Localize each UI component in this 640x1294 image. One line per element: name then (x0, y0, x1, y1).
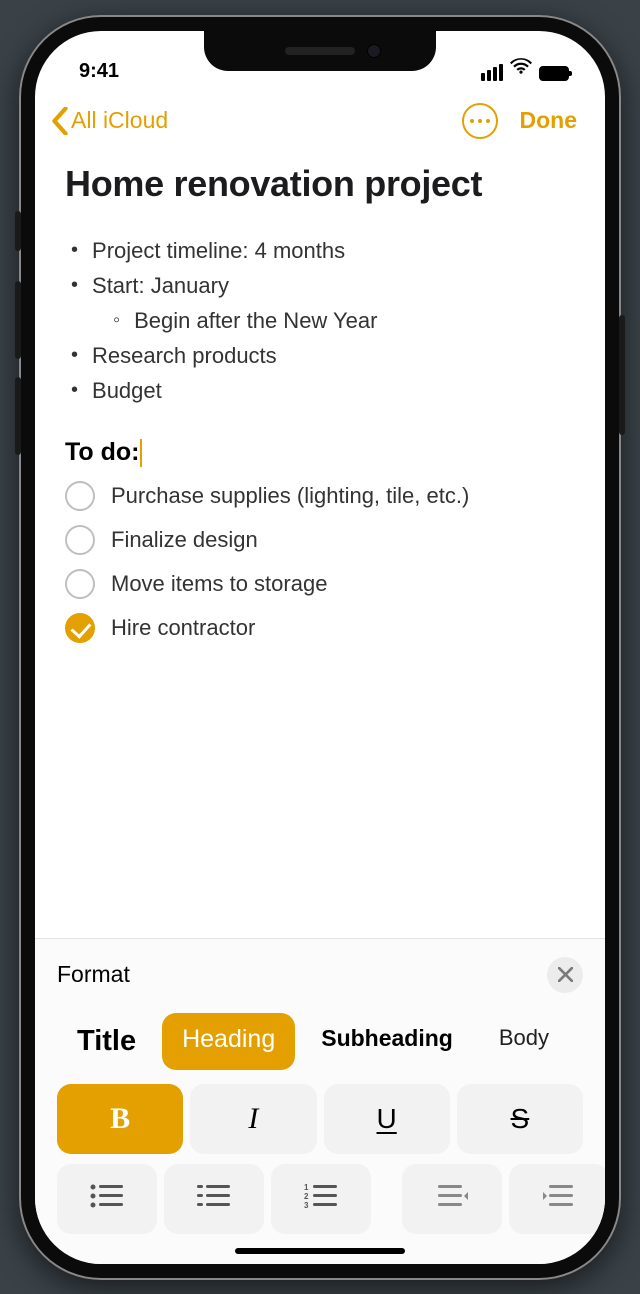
cellular-signal-icon (481, 64, 503, 81)
style-body-button[interactable]: Body (479, 1013, 569, 1070)
chevron-left-icon (51, 107, 69, 135)
list-item[interactable]: ◦Begin after the New Year (71, 303, 575, 338)
underline-button[interactable]: U (324, 1084, 450, 1154)
phone-frame: 9:41 All iCloud (19, 15, 621, 1280)
indent-button[interactable] (509, 1164, 605, 1234)
notch (204, 31, 436, 71)
list-format-row: 123 (35, 1164, 605, 1234)
style-heading-button[interactable]: Heading (162, 1013, 295, 1070)
checklist-item[interactable]: Move items to storage (65, 569, 575, 599)
list-item[interactable]: •Project timeline: 4 months (71, 233, 575, 268)
checkbox[interactable] (65, 525, 95, 555)
nav-bar: All iCloud Done (35, 89, 605, 149)
text-cursor (140, 439, 142, 467)
numbered-list-button[interactable]: 123 (271, 1164, 371, 1234)
checkbox[interactable] (65, 569, 95, 599)
dashed-list-button[interactable] (164, 1164, 264, 1234)
checklist-item[interactable]: Finalize design (65, 525, 575, 555)
bulleted-list-button[interactable] (57, 1164, 157, 1234)
bullet-list[interactable]: •Project timeline: 4 months •Start: Janu… (65, 233, 575, 409)
list-item[interactable]: •Research products (71, 338, 575, 373)
checklist-item[interactable]: Purchase supplies (lighting, tile, etc.) (65, 481, 575, 511)
home-indicator[interactable] (235, 1248, 405, 1254)
format-panel: Format Title Heading Subheading Body B I… (35, 938, 605, 1264)
checkbox[interactable] (65, 481, 95, 511)
bold-button[interactable]: B (57, 1084, 183, 1154)
subheading[interactable]: To do: (65, 438, 575, 467)
close-button[interactable] (547, 957, 583, 993)
svg-text:3: 3 (304, 1201, 309, 1210)
wifi-icon (510, 57, 532, 81)
outdent-icon (434, 1182, 470, 1215)
note-content[interactable]: Home renovation project •Project timelin… (35, 149, 605, 672)
back-button[interactable]: All iCloud (51, 107, 168, 135)
done-button[interactable]: Done (520, 107, 578, 134)
list-item[interactable]: •Budget (71, 373, 575, 408)
numbered-list-icon: 123 (303, 1182, 339, 1215)
indent-icon (541, 1182, 577, 1215)
emphasis-row: B I U S (35, 1084, 605, 1164)
checklist-item[interactable]: Hire contractor (65, 613, 575, 643)
checklist[interactable]: Purchase supplies (lighting, tile, etc.)… (65, 481, 575, 643)
style-subheading-button[interactable]: Subheading (301, 1013, 473, 1070)
italic-button[interactable]: I (190, 1084, 316, 1154)
svg-text:2: 2 (304, 1192, 309, 1201)
note-title[interactable]: Home renovation project (65, 163, 575, 205)
checkbox-checked[interactable] (65, 613, 95, 643)
bulleted-list-icon (89, 1182, 125, 1215)
style-title-button[interactable]: Title (57, 1013, 156, 1070)
list-item[interactable]: •Start: January (71, 268, 575, 303)
dashed-list-icon (196, 1182, 232, 1215)
back-label: All iCloud (71, 107, 168, 134)
outdent-button[interactable] (402, 1164, 502, 1234)
screen: 9:41 All iCloud (35, 31, 605, 1264)
format-title: Format (57, 961, 130, 988)
ellipsis-icon (470, 119, 474, 123)
text-style-row: Title Heading Subheading Body (35, 1009, 605, 1084)
close-icon (558, 967, 573, 982)
more-button[interactable] (462, 103, 498, 139)
svg-text:1: 1 (304, 1183, 309, 1192)
strikethrough-button[interactable]: S (457, 1084, 583, 1154)
battery-icon (539, 66, 569, 81)
status-time: 9:41 (71, 60, 119, 85)
